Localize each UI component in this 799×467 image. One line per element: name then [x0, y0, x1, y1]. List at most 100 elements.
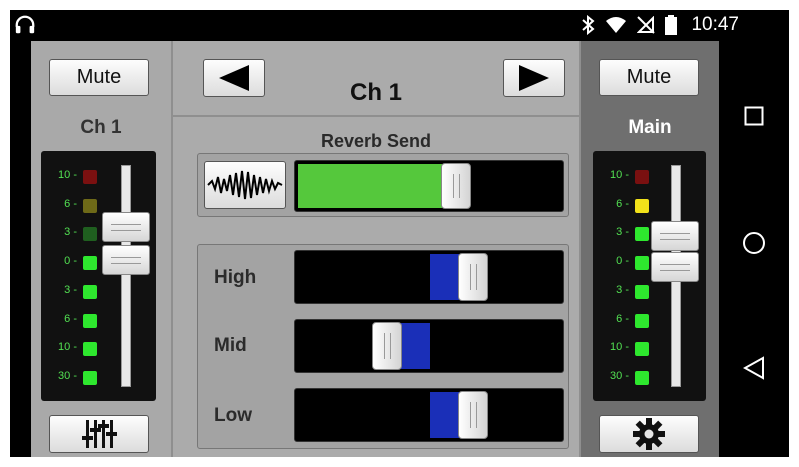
main-meter-led: [635, 313, 649, 328]
left-meter-row: 6 -: [41, 198, 101, 214]
mute-button-main[interactable]: Mute: [599, 59, 699, 96]
left-meter-label: 3 -: [64, 226, 77, 239]
left-meter-row: 10 -: [41, 341, 101, 357]
eq-low-slider[interactable]: [294, 388, 564, 442]
reverb-send-knob[interactable]: [441, 163, 471, 209]
gear-icon: [633, 418, 665, 450]
recents-button[interactable]: [739, 101, 769, 131]
reverb-send-slider[interactable]: [294, 160, 564, 212]
left-meter-led: [83, 342, 97, 357]
fader-knob-left-lower[interactable]: [102, 245, 150, 275]
eq-mid-knob[interactable]: [372, 322, 402, 370]
main-meter-led: [635, 342, 649, 357]
right-arrow-icon: [519, 65, 549, 91]
reverb-send-fill: [298, 164, 459, 208]
main-meter-label: 3 -: [616, 226, 629, 239]
left-meter-led: [83, 198, 97, 213]
left-meter-label: 10 -: [58, 341, 77, 354]
channel-name-main: Main: [628, 117, 672, 138]
eq-box: High Mid Low: [197, 244, 569, 449]
eq-label-low: Low: [214, 405, 252, 426]
left-meter-label: 10 -: [58, 169, 77, 181]
left-meter-led: [83, 313, 97, 328]
channel-strip-main: Mute Main 10 - 6 - 3 - 0 - 3 - 6 - 10 - 30 -: [581, 41, 719, 457]
main-meter-row: 6 -: [593, 313, 653, 329]
left-meter-row: 3 -: [41, 284, 101, 300]
left-meter-label: 30 -: [58, 369, 77, 382]
mixer-settings-button[interactable]: [49, 415, 149, 453]
headphones-icon: [15, 15, 35, 34]
main-meter-led: [635, 256, 649, 271]
recents-square-icon: [744, 106, 764, 126]
eq-label-mid: Mid: [214, 335, 247, 356]
home-circle-icon: [743, 232, 765, 254]
left-meter-label: 3 -: [64, 283, 77, 296]
back-triangle-icon: [743, 356, 764, 380]
reverb-send-label: Reverb Send: [320, 131, 432, 151]
mute-button-left[interactable]: Mute: [49, 59, 149, 96]
left-meter-led: [83, 170, 97, 184]
left-meter-row: 10 -: [41, 169, 101, 185]
app-screen: 10:47 Mute Ch 1 10 - 6 - 3 - 0 - 3 - 6 - 10 - 3…: [10, 10, 789, 457]
status-bar: 10:47: [10, 10, 789, 41]
left-edge: [20, 41, 31, 457]
left-meter-row: 3 -: [41, 226, 101, 242]
main-meter-row: 30 -: [593, 370, 653, 386]
channel-header: Ch 1: [173, 41, 579, 117]
fader-knob-main-upper[interactable]: [651, 221, 699, 251]
left-meter-row: 30 -: [41, 370, 101, 386]
main-meter-led: [635, 370, 649, 385]
meter-fader-left: 10 - 6 - 3 - 0 - 3 - 6 - 10 - 30 -: [41, 151, 156, 401]
main-meter-led: [635, 170, 649, 184]
battery-icon: [665, 15, 678, 35]
bluetooth-icon: [582, 15, 595, 35]
main-meter-label: 6 -: [616, 197, 629, 210]
main-meter-row: 3 -: [593, 284, 653, 300]
fader-track-left: [121, 165, 131, 387]
main-meter-label: 30 -: [610, 369, 629, 382]
meter-fader-main: 10 - 6 - 3 - 0 - 3 - 6 - 10 - 30 -: [593, 151, 706, 401]
reverb-type-button[interactable]: [204, 161, 286, 209]
main-meter-led: [635, 198, 649, 213]
main-meter-label: 3 -: [616, 283, 629, 296]
fader-knob-main-lower[interactable]: [651, 252, 699, 282]
main-meter-row: 6 -: [593, 198, 653, 214]
back-button[interactable]: [739, 353, 769, 383]
android-nav-bar: [719, 41, 789, 457]
channel-name-left: Ch 1: [80, 117, 122, 138]
left-meter-label: 0 -: [64, 255, 77, 268]
left-meter-label: 6 -: [64, 312, 77, 325]
eq-low-knob[interactable]: [458, 391, 488, 439]
mixer-sliders-icon: [82, 420, 117, 448]
status-time: 10:47: [691, 14, 739, 35]
main-meter-row: 3 -: [593, 226, 653, 242]
eq-high-slider[interactable]: [294, 250, 564, 304]
channel-detail-panel: Ch 1 Reverb Send High Mid Low: [171, 41, 581, 457]
eq-label-high: High: [214, 267, 257, 288]
wifi-icon: [606, 17, 627, 33]
left-meter-led: [83, 370, 97, 385]
settings-button[interactable]: [599, 415, 699, 453]
main-meter-led: [635, 227, 649, 242]
home-button[interactable]: [739, 228, 769, 258]
fader-knob-left-upper[interactable]: [102, 212, 150, 242]
main-meter-label: 10 -: [610, 169, 629, 181]
eq-high-knob[interactable]: [458, 253, 488, 301]
left-meter-row: 0 -: [41, 255, 101, 271]
main-meter-label: 6 -: [616, 312, 629, 325]
left-meter-led: [83, 256, 97, 271]
channel-strip-left: Mute Ch 1 10 - 6 - 3 - 0 - 3 - 6 - 10 - 30 -: [31, 41, 171, 457]
main-meter-row: 0 -: [593, 255, 653, 271]
waveform-icon: [207, 170, 283, 200]
eq-mid-slider[interactable]: [294, 319, 564, 373]
left-meter-row: 6 -: [41, 313, 101, 329]
left-meter-led: [83, 227, 97, 242]
no-signal-icon: [637, 16, 656, 34]
next-channel-button[interactable]: [503, 59, 565, 97]
main-meter-row: 10 -: [593, 341, 653, 357]
main-meter-row: 10 -: [593, 169, 653, 185]
main-meter-label: 0 -: [616, 255, 629, 268]
left-meter-led: [83, 284, 97, 299]
left-meter-label: 6 -: [64, 197, 77, 210]
main-meter-label: 10 -: [610, 341, 629, 354]
